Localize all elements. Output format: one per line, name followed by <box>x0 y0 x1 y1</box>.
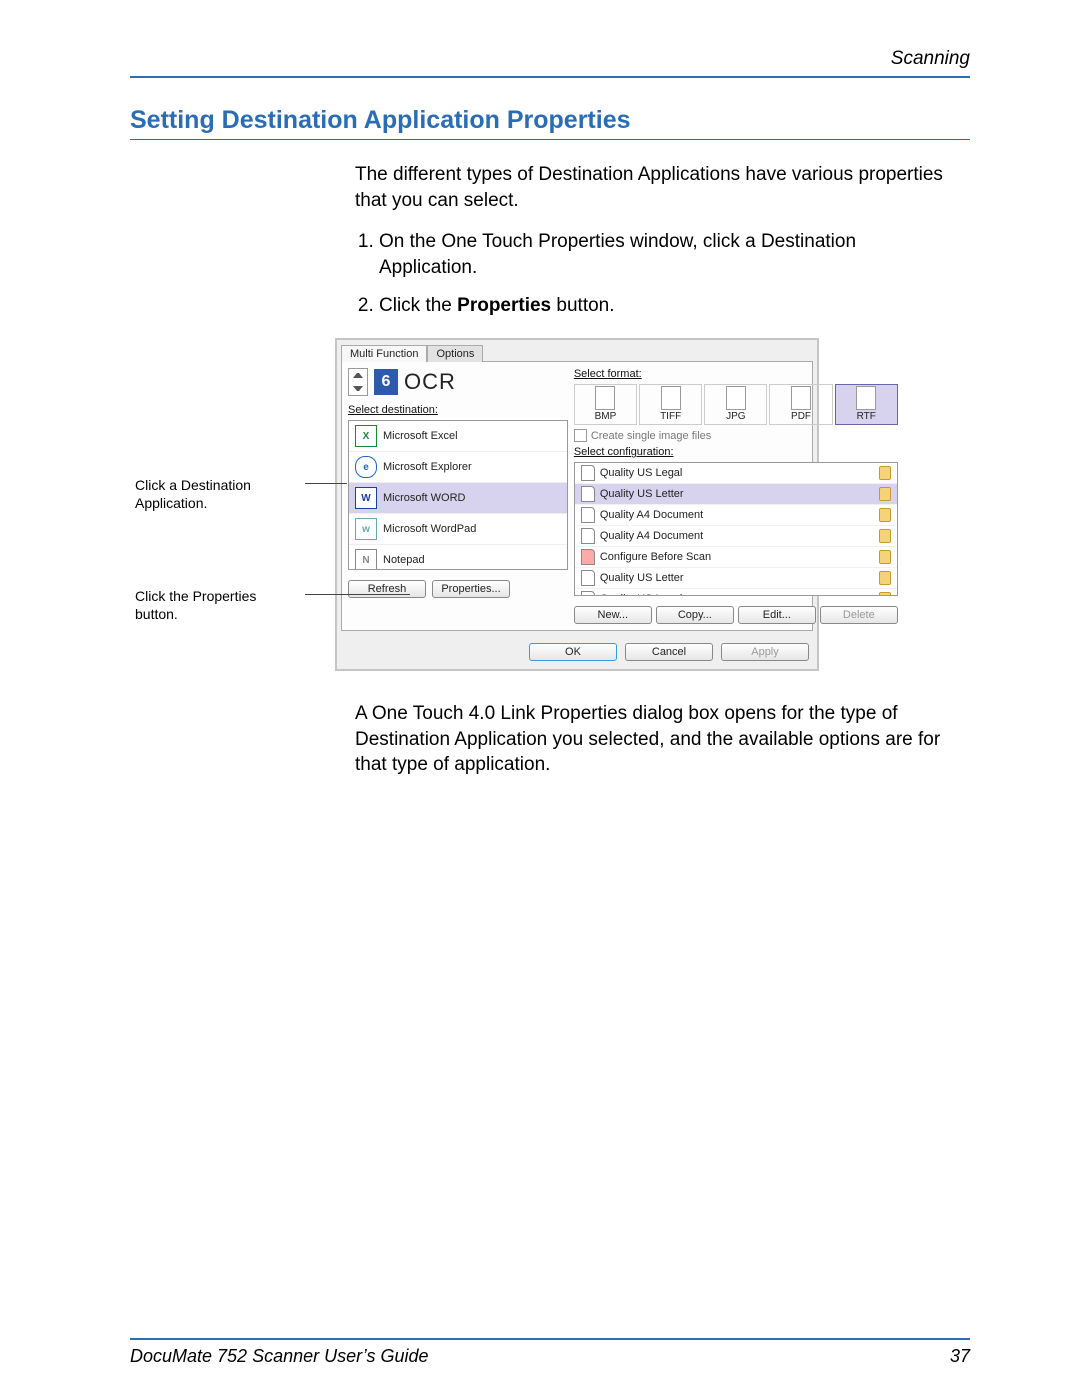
explorer-icon: e <box>355 456 377 478</box>
config-item[interactable]: Quality US Legal <box>575 463 897 484</box>
cancel-button[interactable]: Cancel <box>625 643 713 661</box>
page-section-label: Scanning <box>130 48 970 70</box>
bmp-icon <box>575 387 636 409</box>
tiff-icon <box>640 387 701 409</box>
onetouch-dialog: Multi Function Options 6 OCR Select dest… <box>335 338 819 671</box>
config-item[interactable]: Quality US Letter <box>575 484 897 505</box>
lock-icon <box>879 592 891 596</box>
wordpad-icon: w <box>355 518 377 540</box>
delete-button[interactable]: Delete <box>820 606 898 624</box>
refresh-button[interactable]: Refresh <box>348 580 426 598</box>
lock-icon <box>879 487 891 501</box>
lock-icon <box>879 550 891 564</box>
step-1: On the One Touch Properties window, clic… <box>379 229 945 280</box>
format-rtf[interactable]: RTF <box>835 384 898 425</box>
select-config-label: Select configuration: <box>574 446 898 458</box>
section-heading: Setting Destination Application Properti… <box>130 106 970 140</box>
document-icon <box>581 465 595 481</box>
config-item[interactable]: Quality A4 Document <box>575 505 897 526</box>
config-item[interactable]: Configure Before Scan <box>575 547 897 568</box>
edit-button[interactable]: Edit... <box>738 606 816 624</box>
apply-button[interactable]: Apply <box>721 643 809 661</box>
document-icon <box>581 486 595 502</box>
word-icon: W <box>355 487 377 509</box>
configure-icon <box>581 549 595 565</box>
scan-index-spinner[interactable] <box>348 368 368 396</box>
format-tiff[interactable]: TIFF <box>639 384 702 425</box>
copy-button[interactable]: Copy... <box>656 606 734 624</box>
config-list[interactable]: Quality US Legal Quality US Letter Quali… <box>574 462 898 596</box>
document-icon <box>581 570 595 586</box>
new-button[interactable]: New... <box>574 606 652 624</box>
document-icon <box>581 528 595 544</box>
config-item[interactable]: Quality US Legal <box>575 589 897 596</box>
callout-destination: Click a Destination Application. <box>135 476 300 512</box>
lock-icon <box>879 508 891 522</box>
figure: Click a Destination Application. Click t… <box>135 338 895 671</box>
destination-item-excel[interactable]: X Microsoft Excel <box>349 421 567 452</box>
config-item[interactable]: Quality US Letter <box>575 568 897 589</box>
destination-item-word[interactable]: W Microsoft WORD <box>349 483 567 514</box>
pdf-icon <box>770 387 831 409</box>
format-jpg[interactable]: JPG <box>704 384 767 425</box>
format-bmp[interactable]: BMP <box>574 384 637 425</box>
notepad-icon: N <box>355 549 377 570</box>
single-image-checkbox[interactable] <box>574 429 587 442</box>
format-row: BMP TIFF JPG PDF RTF <box>574 384 898 425</box>
lock-icon <box>879 571 891 585</box>
scan-index-number: 6 <box>374 369 398 395</box>
intro-paragraph: The different types of Destination Appli… <box>355 162 945 213</box>
tab-options[interactable]: Options <box>427 345 483 362</box>
select-format-label: Select format: <box>574 368 898 380</box>
destination-item-notepad[interactable]: N Notepad <box>349 545 567 570</box>
ocr-label: OCR <box>404 369 456 395</box>
select-destination-label: Select destination: <box>348 404 568 416</box>
destination-item-explorer[interactable]: e Microsoft Explorer <box>349 452 567 483</box>
document-icon <box>581 507 595 523</box>
footer-title: DocuMate 752 Scanner User’s Guide <box>130 1346 429 1367</box>
destination-item-wordpad[interactable]: w Microsoft WordPad <box>349 514 567 545</box>
callout-properties: Click the Properties button. <box>135 587 300 623</box>
document-icon <box>581 591 595 596</box>
jpg-icon <box>705 387 766 409</box>
properties-button[interactable]: Properties... <box>432 580 510 598</box>
header-rule <box>130 76 970 78</box>
lock-icon <box>879 529 891 543</box>
ok-button[interactable]: OK <box>529 643 617 661</box>
callout-line <box>305 594 410 595</box>
tab-multi-function[interactable]: Multi Function <box>341 345 427 362</box>
rtf-icon <box>836 387 897 409</box>
lock-icon <box>879 466 891 480</box>
after-paragraph: A One Touch 4.0 Link Properties dialog b… <box>355 701 945 778</box>
excel-icon: X <box>355 425 377 447</box>
config-item[interactable]: Quality A4 Document <box>575 526 897 547</box>
step-2: Click the Properties button. <box>379 293 945 319</box>
callout-line <box>305 483 347 484</box>
single-image-label: Create single image files <box>591 430 711 442</box>
format-pdf[interactable]: PDF <box>769 384 832 425</box>
footer-rule <box>130 1338 970 1340</box>
page-number: 37 <box>950 1346 970 1367</box>
destination-list[interactable]: X Microsoft Excel e Microsoft Explorer W… <box>348 420 568 570</box>
